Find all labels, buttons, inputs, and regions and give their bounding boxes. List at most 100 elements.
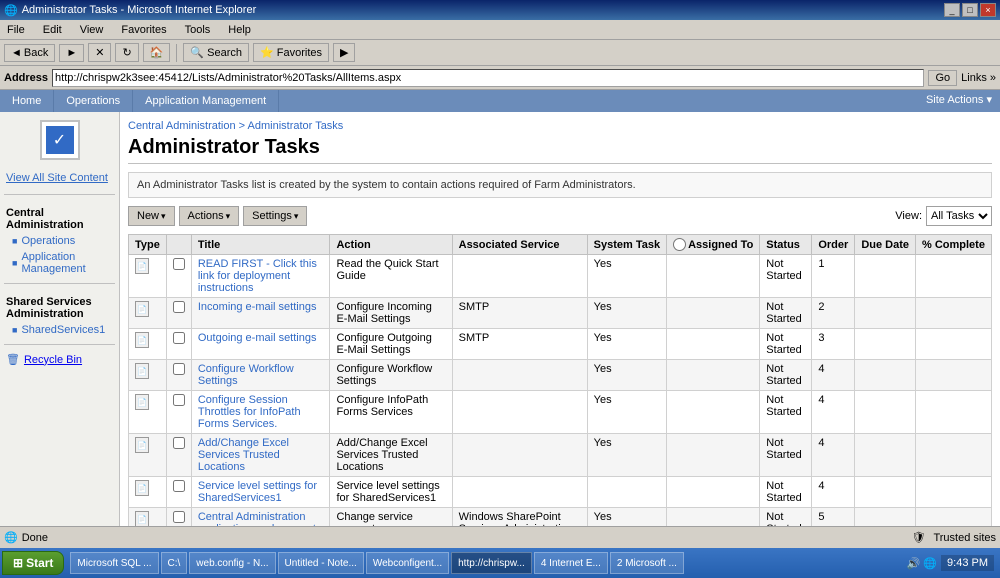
cell-title[interactable]: Configure Session Throttles for InfoPath… xyxy=(191,391,330,434)
col-action: Action xyxy=(330,235,452,255)
media-button[interactable]: ▶ xyxy=(333,43,355,62)
main-layout: ✓ View All Site Content Central Administ… xyxy=(0,112,1000,526)
nav-tab-home[interactable]: Home xyxy=(0,90,54,112)
sidebar-logo: ✓ xyxy=(40,120,80,160)
site-actions-button[interactable]: Site Actions ▾ xyxy=(918,90,1000,112)
sidebar-link-application-management[interactable]: Application Management xyxy=(21,251,113,275)
back-button[interactable]: ◄ Back xyxy=(4,44,55,62)
maximize-button[interactable]: □ xyxy=(962,3,978,17)
taskbar-item[interactable]: 4 Internet E... xyxy=(534,552,608,574)
cell-percent-complete xyxy=(916,360,992,391)
settings-button[interactable]: Settings ▾ xyxy=(243,206,307,226)
sidebar: ✓ View All Site Content Central Administ… xyxy=(0,112,120,526)
taskbar-item[interactable]: Untitled - Note... xyxy=(278,552,364,574)
menu-favorites[interactable]: Favorites xyxy=(118,23,169,37)
cell-checkbox[interactable] xyxy=(166,434,191,477)
cell-title[interactable]: Incoming e-mail settings xyxy=(191,298,330,329)
cell-title[interactable]: READ FIRST - Click this link for deploym… xyxy=(191,255,330,298)
new-button[interactable]: New ▾ xyxy=(128,206,175,226)
cell-checkbox[interactable] xyxy=(166,477,191,508)
cell-associated-service xyxy=(452,477,587,508)
cell-associated-service: Windows SharePoint Services Administrati… xyxy=(452,508,587,527)
view-all-site-content-button[interactable]: View All Site Content xyxy=(0,168,119,188)
start-label: Start xyxy=(26,556,53,570)
taskbar-item[interactable]: C:\ xyxy=(161,552,188,574)
action-toolbar: New ▾ Actions ▾ Settings ▾ View: All Tas… xyxy=(128,206,992,226)
cell-checkbox[interactable] xyxy=(166,329,191,360)
menu-view[interactable]: View xyxy=(77,23,107,37)
sidebar-item-application-management[interactable]: ■ Application Management xyxy=(0,249,119,277)
cell-checkbox[interactable] xyxy=(166,255,191,298)
actions-button[interactable]: Actions ▾ xyxy=(179,206,240,226)
taskbar-item[interactable]: Webconfigent... xyxy=(366,552,449,574)
trusted-sites-label: Trusted sites xyxy=(933,532,996,544)
forward-button[interactable]: ► xyxy=(59,44,84,62)
cell-action: Configure Outgoing E-Mail Settings xyxy=(330,329,452,360)
cell-system-task: Yes xyxy=(587,434,666,477)
col-percent-complete: % Complete xyxy=(916,235,992,255)
status-text: Done xyxy=(22,532,48,544)
page-title: Administrator Tasks xyxy=(128,136,992,164)
table-row: 📄 Add/Change Excel Services Trusted Loca… xyxy=(129,434,992,477)
sidebar-link-operations[interactable]: Operations xyxy=(21,235,75,247)
links-label[interactable]: Links » xyxy=(961,72,996,84)
recycle-bin-item[interactable]: 🗑 Recycle Bin xyxy=(0,351,119,368)
address-input[interactable] xyxy=(52,69,924,87)
col-check xyxy=(166,235,191,255)
cell-title[interactable]: Add/Change Excel Services Trusted Locati… xyxy=(191,434,330,477)
cell-action: Configure InfoPath Forms Services xyxy=(330,391,452,434)
close-button[interactable]: × xyxy=(980,3,996,17)
home-button[interactable]: 🏠 xyxy=(143,43,171,62)
cell-title[interactable]: Outgoing e-mail settings xyxy=(191,329,330,360)
view-select[interactable]: All Tasks xyxy=(926,206,992,226)
cell-type: 📄 xyxy=(129,508,167,527)
col-title: Title xyxy=(191,235,330,255)
refresh-button[interactable]: ↻ xyxy=(115,43,138,62)
cell-due-date xyxy=(855,477,916,508)
taskbar-item[interactable]: web.config - N... xyxy=(189,552,275,574)
actions-chevron-icon: ▾ xyxy=(226,211,231,222)
favorites-button[interactable]: ⭐ Favorites xyxy=(253,43,329,62)
cell-title[interactable]: Configure Workflow Settings xyxy=(191,360,330,391)
taskbar-item[interactable]: http://chrispw... xyxy=(451,552,532,574)
cell-checkbox[interactable] xyxy=(166,508,191,527)
stop-button[interactable]: ✕ xyxy=(88,43,111,62)
recycle-bin-link[interactable]: Recycle Bin xyxy=(24,354,82,366)
taskbar-item[interactable]: 2 Microsoft ... xyxy=(610,552,684,574)
search-button[interactable]: 🔍 Search xyxy=(183,43,249,62)
taskbar-item[interactable]: Microsoft SQL ... xyxy=(70,552,158,574)
cell-status: Not Started xyxy=(760,508,812,527)
minimize-button[interactable]: _ xyxy=(944,3,960,17)
cell-order: 3 xyxy=(812,329,855,360)
cell-due-date xyxy=(855,329,916,360)
table-row: 📄 Configure Session Throttles for InfoPa… xyxy=(129,391,992,434)
nav-tab-application-management[interactable]: Application Management xyxy=(133,90,279,112)
start-button[interactable]: ⊞ Start xyxy=(2,551,64,575)
menu-tools[interactable]: Tools xyxy=(182,23,214,37)
sidebar-item-sharedservices1[interactable]: ■ SharedServices1 xyxy=(0,322,119,338)
cell-system-task: Yes xyxy=(587,360,666,391)
nav-tab-operations[interactable]: Operations xyxy=(54,90,133,112)
sidebar-link-sharedservices1[interactable]: SharedServices1 xyxy=(21,324,105,336)
cell-title[interactable]: Service level settings for SharedService… xyxy=(191,477,330,508)
menu-help[interactable]: Help xyxy=(225,23,254,37)
cell-status: Not Started xyxy=(760,477,812,508)
cell-system-task: Yes xyxy=(587,391,666,434)
table-row: 📄 Configure Workflow Settings Configure … xyxy=(129,360,992,391)
cell-percent-complete xyxy=(916,255,992,298)
cell-due-date xyxy=(855,255,916,298)
col-status: Status xyxy=(760,235,812,255)
col-assigned-to: Assigned To xyxy=(667,235,760,255)
cell-due-date xyxy=(855,391,916,434)
cell-checkbox[interactable] xyxy=(166,298,191,329)
settings-label: Settings xyxy=(252,210,292,222)
menu-file[interactable]: File xyxy=(4,23,28,37)
cell-checkbox[interactable] xyxy=(166,391,191,434)
go-button[interactable]: Go xyxy=(928,70,957,86)
cell-title[interactable]: Central Administration application pool … xyxy=(191,508,330,527)
sidebar-item-operations[interactable]: ■ Operations xyxy=(0,233,119,249)
cell-assigned-to xyxy=(667,391,760,434)
cell-status: Not Started xyxy=(760,391,812,434)
cell-checkbox[interactable] xyxy=(166,360,191,391)
menu-edit[interactable]: Edit xyxy=(40,23,65,37)
